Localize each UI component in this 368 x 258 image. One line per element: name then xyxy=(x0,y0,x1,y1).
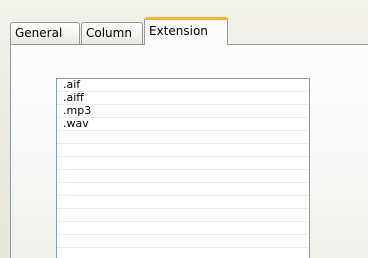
list-item[interactable] xyxy=(57,196,309,209)
list-item[interactable] xyxy=(57,131,309,144)
list-item[interactable]: .aiff xyxy=(57,92,309,105)
list-item[interactable] xyxy=(57,144,309,157)
tab-general[interactable]: General xyxy=(10,22,80,44)
list-item[interactable]: .aif xyxy=(57,79,309,92)
list-item[interactable]: .wav xyxy=(57,118,309,131)
list-item[interactable] xyxy=(57,157,309,170)
list-item[interactable]: .mp3 xyxy=(57,105,309,118)
list-item[interactable] xyxy=(57,209,309,222)
list-item[interactable] xyxy=(57,183,309,196)
tab-column[interactable]: Column xyxy=(81,22,143,44)
extension-tab-panel: .aif .aiff .mp3 .wav xyxy=(10,44,368,258)
tab-extension[interactable]: Extension xyxy=(144,17,228,46)
list-item[interactable] xyxy=(57,248,309,258)
list-item[interactable] xyxy=(57,170,309,183)
list-item[interactable] xyxy=(57,222,309,235)
extension-list[interactable]: .aif .aiff .mp3 .wav xyxy=(56,78,310,258)
list-item[interactable] xyxy=(57,235,309,248)
